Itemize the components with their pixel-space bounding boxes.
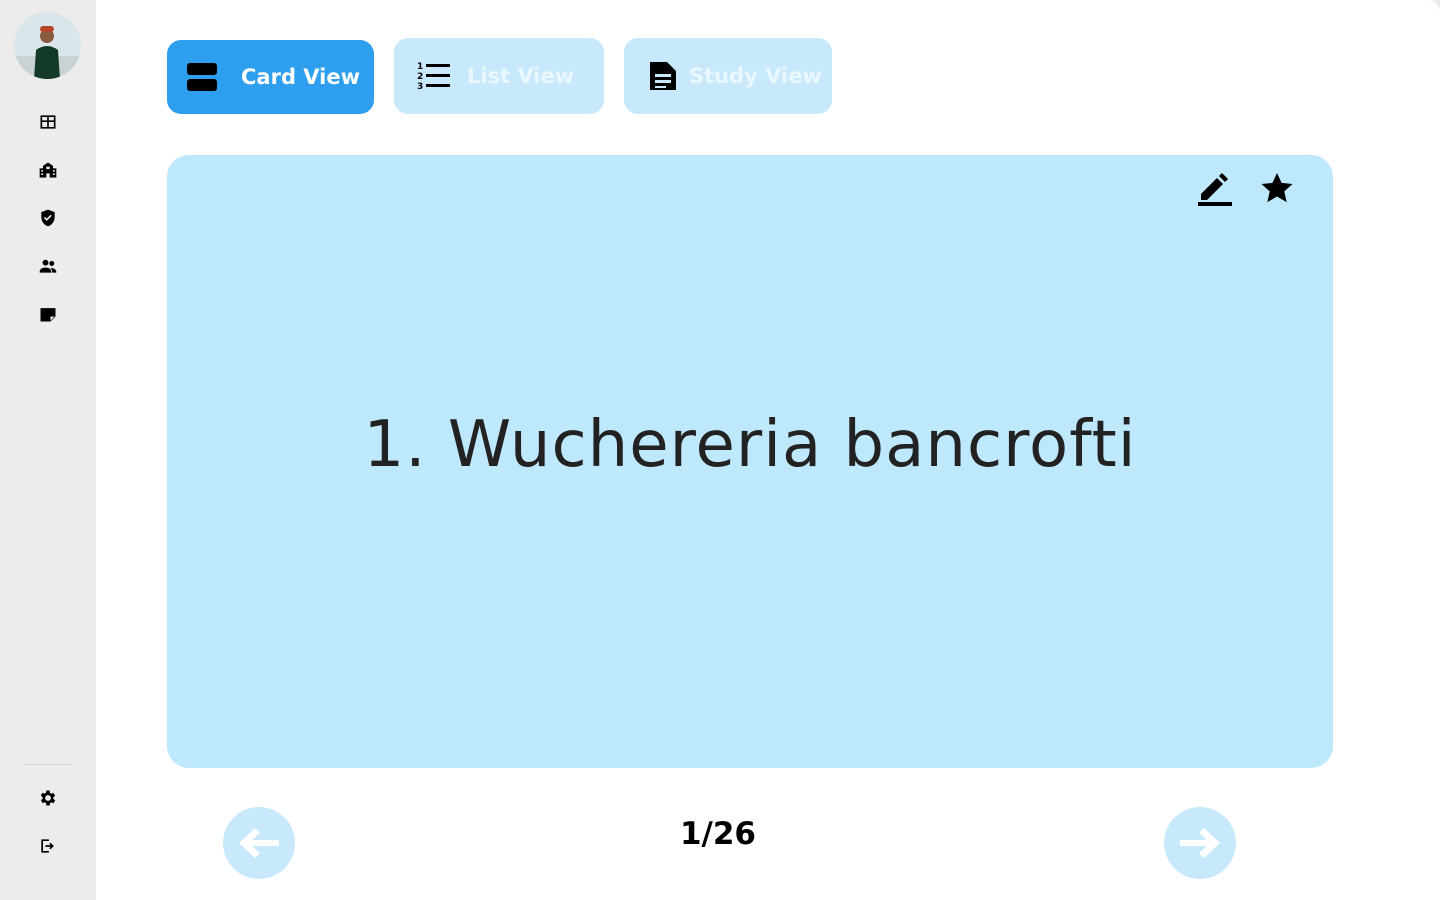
tab-study-view[interactable]: Study View [624, 38, 832, 114]
group-icon[interactable] [36, 254, 60, 278]
card-counter: 1/26 [679, 816, 757, 852]
svg-text:1: 1 [417, 62, 423, 72]
tab-list-view-label: List View [467, 64, 575, 88]
arrow-left-icon [239, 828, 279, 858]
shield-icon[interactable] [36, 206, 60, 230]
tab-list-view[interactable]: 1 2 3 List View [394, 38, 604, 114]
settings-icon[interactable] [36, 786, 60, 810]
note-icon[interactable] [36, 302, 60, 326]
arrow-right-icon [1180, 828, 1220, 858]
dashboard-icon[interactable] [36, 110, 60, 134]
school-icon[interactable] [36, 158, 60, 182]
tab-card-view-label: Card View [241, 65, 361, 89]
tab-study-view-label: Study View [689, 64, 822, 88]
avatar-image [14, 12, 81, 79]
previous-card-button[interactable] [223, 807, 295, 879]
avatar[interactable] [14, 12, 81, 79]
app: Card View 1 2 3 List View Study View 1. … [0, 0, 1440, 900]
svg-text:2: 2 [417, 72, 423, 82]
tab-card-view[interactable]: Card View [167, 40, 374, 114]
flashcard[interactable]: 1. Wuchereria bancrofti [167, 155, 1333, 768]
sidebar [0, 0, 96, 900]
logout-icon[interactable] [36, 834, 60, 858]
main-content: Card View 1 2 3 List View Study View 1. … [96, 0, 1440, 900]
numbered-list-icon: 1 2 3 [416, 61, 452, 91]
document-icon [647, 60, 679, 92]
svg-text:3: 3 [417, 82, 423, 91]
sidebar-divider [24, 764, 72, 765]
next-card-button[interactable] [1164, 807, 1236, 879]
card-view-icon [184, 61, 220, 93]
flashcard-term: 1. Wuchereria bancrofti [363, 408, 1137, 482]
